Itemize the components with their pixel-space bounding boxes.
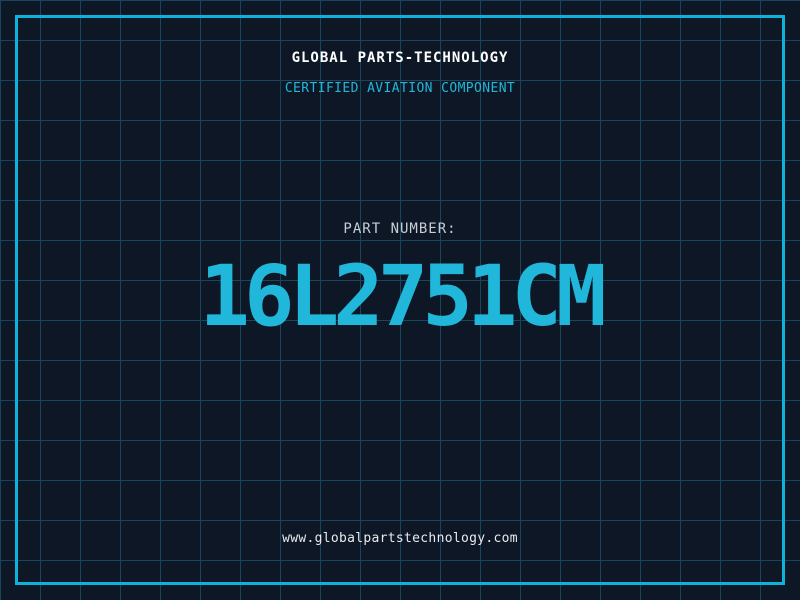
part-label-card: GLOBAL PARTS-TECHNOLOGY CERTIFIED AVIATI… (0, 0, 800, 600)
part-number-label: PART NUMBER: (343, 221, 457, 237)
certification-subtitle: CERTIFIED AVIATION COMPONENT (284, 81, 516, 96)
company-title: GLOBAL PARTS-TECHNOLOGY (291, 50, 509, 66)
website-url: www.globalpartstechnology.com (282, 531, 518, 546)
part-number-value: 16L2751CM (199, 247, 606, 345)
